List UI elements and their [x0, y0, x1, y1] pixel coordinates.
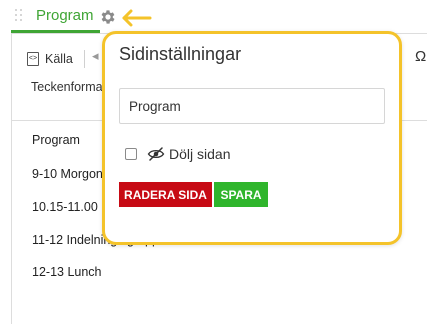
- page-name-input[interactable]: [119, 88, 385, 124]
- content-line[interactable]: Program: [32, 133, 80, 147]
- drag-handle-icon[interactable]: [15, 9, 25, 23]
- source-icon: <>: [27, 52, 39, 66]
- gear-icon[interactable]: [99, 8, 117, 26]
- page-tab-bar: Program: [0, 0, 427, 33]
- popup-title: Sidinställningar: [119, 44, 242, 64]
- delete-page-button[interactable]: RADERA SIDA: [119, 182, 212, 207]
- annotation-arrow-icon: [122, 9, 152, 27]
- source-label: Källa: [45, 52, 73, 66]
- eye-slash-icon: [147, 147, 165, 161]
- hide-page-label: Dölj sidan: [169, 146, 231, 162]
- undo-icon[interactable]: ◂: [92, 48, 99, 64]
- source-button[interactable]: <> Källa: [27, 48, 79, 70]
- format-dropdown[interactable]: Teckenformat: [31, 80, 111, 94]
- special-character-button[interactable]: Ω: [415, 48, 426, 65]
- content-line[interactable]: 12-13 Lunch: [32, 265, 102, 279]
- save-button[interactable]: SPARA: [214, 182, 268, 207]
- toolbar-divider: [84, 50, 85, 68]
- tab-program[interactable]: Program: [36, 7, 94, 24]
- hide-page-checkbox[interactable]: [125, 148, 137, 160]
- content-line[interactable]: 10.15-11.00: [32, 200, 98, 214]
- page-settings-popup: Sidinställningar Dölj sidan RADERA SIDA …: [102, 31, 402, 245]
- hide-page-option[interactable]: Dölj sidan: [125, 146, 230, 162]
